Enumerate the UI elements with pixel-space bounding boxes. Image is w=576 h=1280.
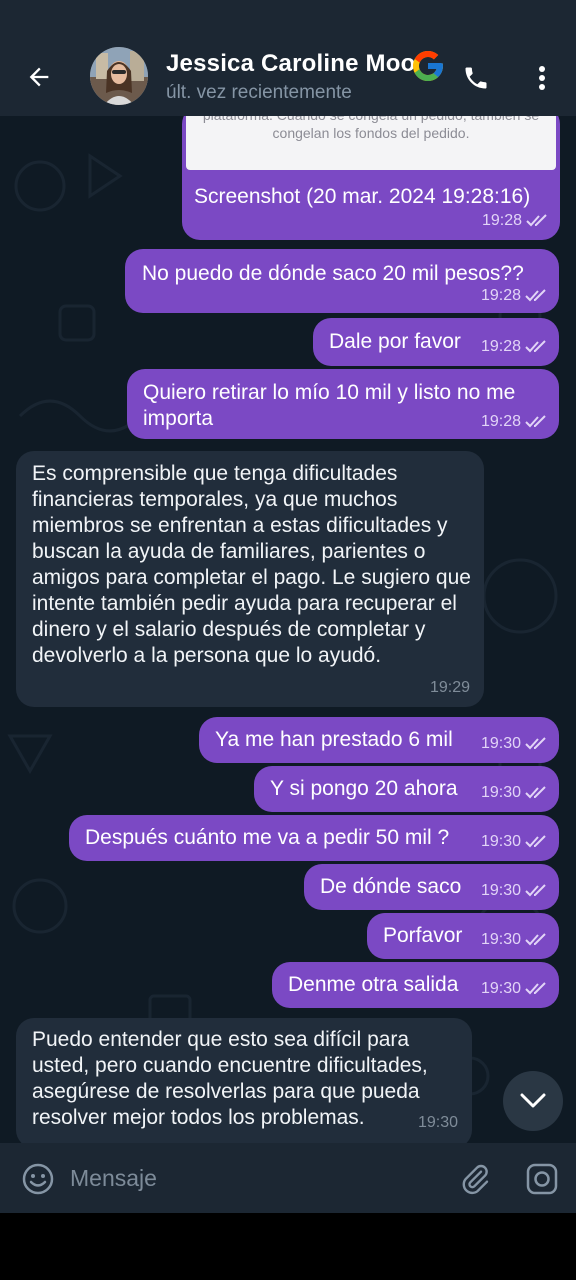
message-bubble-incoming[interactable]: Puedo entender que esto sea difícil para… <box>16 1018 472 1143</box>
back-button[interactable] <box>18 56 60 98</box>
message-text: Screenshot (20 mar. 2024 19:28:16) <box>194 185 531 208</box>
message-meta: 19:30 <box>481 780 549 806</box>
camera-button[interactable] <box>522 1159 562 1199</box>
call-button[interactable] <box>456 58 496 98</box>
message-text: Ya me han prestado 6 mil <box>215 728 453 751</box>
message-time: 19:30 <box>480 931 521 948</box>
message-time: 19:30 <box>417 1114 458 1131</box>
message-bubble[interactable]: Y si pongo 20 ahora 19:30 <box>254 766 559 812</box>
message-meta: 19:29 <box>430 675 470 701</box>
message-meta: 19:28 <box>482 208 550 234</box>
message-bubble[interactable]: Dale por favor 19:28 <box>313 318 559 366</box>
double-check-icon <box>525 340 546 353</box>
chevron-down-icon <box>520 1093 546 1108</box>
message-text: Porfavor <box>383 924 463 947</box>
message-time: 19:28 <box>481 212 522 229</box>
more-vert-icon <box>539 66 545 90</box>
double-check-icon <box>525 884 546 897</box>
phone-icon <box>465 67 487 89</box>
double-check-icon <box>526 214 547 227</box>
message-meta: 19:30 <box>481 878 549 904</box>
message-bubble[interactable]: Ya me han prestado 6 mil 19:30 <box>199 717 559 763</box>
message-composer <box>0 1143 576 1213</box>
message-text: Dale por favor <box>329 330 461 353</box>
google-icon <box>410 48 446 84</box>
message-bubble[interactable]: De dónde saco 19:30 <box>304 864 559 910</box>
double-check-icon <box>525 737 546 750</box>
message-bubble-incoming[interactable]: Es comprensible que tenga dificultades f… <box>16 451 484 707</box>
camera-icon <box>526 1163 558 1195</box>
message-time: 19:28 <box>480 338 521 355</box>
message-bubble-screenshot[interactable]: plataforma. Cuando se congela un pedido,… <box>182 116 560 240</box>
more-options-button[interactable] <box>524 58 560 98</box>
message-time: 19:30 <box>480 784 521 801</box>
message-time: 19:28 <box>480 287 521 304</box>
double-check-icon <box>525 289 546 302</box>
message-meta: 19:28 <box>481 409 549 435</box>
avatar[interactable] <box>90 47 148 105</box>
message-bubble[interactable]: Después cuánto me va a pedir 50 mil ? 19… <box>69 815 559 861</box>
message-bubble[interactable]: Denme otra salida 19:30 <box>272 962 559 1008</box>
chat-screen: Jessica Caroline Moo últ. vez recienteme… <box>0 0 576 1280</box>
message-time: 19:30 <box>480 735 521 752</box>
message-time: 19:28 <box>480 413 521 430</box>
message-time: 19:30 <box>480 833 521 850</box>
emoji-button[interactable] <box>18 1159 58 1199</box>
message-meta: 19:30 <box>481 731 549 757</box>
message-text: Es comprensible que tenga dificultades f… <box>32 462 471 667</box>
message-text: Puedo entender que esto sea difícil para… <box>32 1028 428 1129</box>
message-bubble[interactable]: No puedo de dónde saco 20 mil pesos?? 19… <box>125 249 559 313</box>
message-meta: 19:28 <box>481 334 549 360</box>
double-check-icon <box>525 933 546 946</box>
double-check-icon <box>525 415 546 428</box>
double-check-icon <box>525 982 546 995</box>
contact-name[interactable]: Jessica Caroline Moo <box>166 50 418 82</box>
back-arrow-icon <box>29 67 49 87</box>
message-list[interactable]: plataforma. Cuando se congela un pedido,… <box>0 116 576 1143</box>
screenshot-preview[interactable]: plataforma. Cuando se congela un pedido,… <box>186 116 556 170</box>
emoji-icon <box>22 1163 54 1195</box>
scroll-to-bottom-button[interactable] <box>503 1071 563 1131</box>
contact-status: últ. vez recientemente <box>166 82 352 103</box>
message-text: Denme otra salida <box>288 973 459 996</box>
message-bubble[interactable]: Quiero retirar lo mío 10 mil y listo no … <box>127 369 559 439</box>
attach-button[interactable] <box>455 1159 495 1199</box>
double-check-icon <box>525 835 546 848</box>
double-check-icon <box>525 786 546 799</box>
message-meta: 19:30 <box>481 927 549 953</box>
system-navigation-bar <box>0 1213 576 1280</box>
message-time: 19:29 <box>429 679 470 696</box>
paperclip-icon <box>462 1164 489 1195</box>
message-time: 19:30 <box>480 980 521 997</box>
message-text: Después cuánto me va a pedir 50 mil ? <box>85 826 450 849</box>
message-input[interactable] <box>70 1161 440 1195</box>
message-meta: 19:30 <box>418 1110 458 1136</box>
message-meta: 19:28 <box>481 283 549 309</box>
message-text: De dónde saco <box>320 875 462 898</box>
message-bubble[interactable]: Porfavor 19:30 <box>367 913 559 959</box>
message-meta: 19:30 <box>481 829 549 855</box>
message-time: 19:30 <box>480 882 521 899</box>
message-meta: 19:30 <box>481 976 549 1002</box>
message-text: Y si pongo 20 ahora <box>270 777 458 800</box>
chat-header: Jessica Caroline Moo últ. vez recienteme… <box>0 0 576 116</box>
